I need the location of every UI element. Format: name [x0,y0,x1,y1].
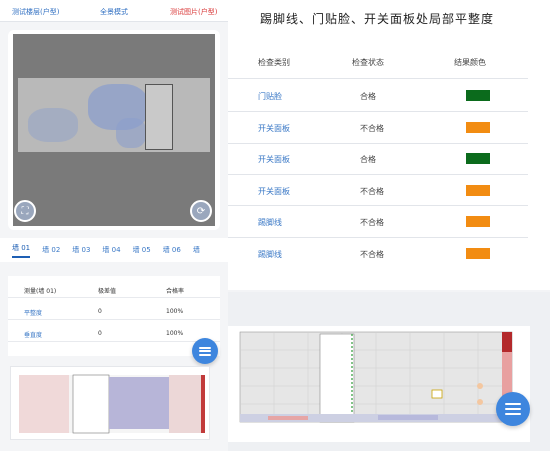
row-status: 不合格 [360,187,384,196]
heatmap-graphic [239,331,513,423]
tab-wall-01[interactable]: 墙 01 [12,243,31,258]
heat-blob [116,118,146,148]
row-status: 不合格 [360,218,384,227]
row-name[interactable]: 垂直度 [24,330,42,339]
table-row[interactable]: 垂直度 0 100% [8,324,220,342]
row-rate: 100% [166,308,184,315]
left-panel: 测试楼层(户型) 全景模式 测试图片(户型) ⛶ ⟳ 墙 01 墙 02 墙 0… [0,0,228,451]
row-value: 0 [98,308,102,315]
tab-wall-03[interactable]: 墙 03 [72,245,90,255]
tab-wall-more[interactable]: 墙 [193,245,200,255]
table-row[interactable]: 开关面板 合格 [228,143,528,174]
menu-button-bottom[interactable] [496,392,530,426]
row-category[interactable]: 踢脚线 [258,249,282,260]
rotate-icon: ⟳ [196,205,206,217]
table-row[interactable]: 踢脚线 不合格 [228,238,528,269]
page-title: 踢脚线、门贴脸、开关面板处局部平整度 [260,12,495,26]
wall-heatmap-chart[interactable] [228,326,530,442]
col-header-color: 结果颜色 [454,58,486,67]
heat-blob [28,108,78,142]
result-swatch [466,122,490,133]
row-category[interactable]: 开关面板 [258,186,290,197]
inspection-panel: 踢脚线、门贴脸、开关面板处局部平整度 检查类别 检查状态 结果颜色 门贴脸 合格… [228,0,550,290]
tab-wall-05[interactable]: 墙 05 [133,245,151,255]
row-category[interactable]: 开关面板 [258,154,290,165]
rotate-button[interactable]: ⟳ [190,200,212,222]
row-name[interactable]: 平整度 [24,308,42,317]
result-swatch [466,153,490,164]
scan-viewer: ⛶ ⟳ [8,30,220,230]
table-row[interactable]: 开关面板 不合格 [228,112,528,143]
row-rate: 100% [166,330,184,337]
floor-heatmap [18,78,210,152]
app-root: 测试楼层(户型) 全景模式 测试图片(户型) ⛶ ⟳ 墙 01 墙 02 墙 0… [0,0,550,451]
heatmap-preview-graphic [19,374,205,434]
menu-button[interactable] [192,338,218,364]
row-status: 合格 [360,155,376,164]
fullscreen-icon: ⛶ [21,205,29,217]
result-swatch [466,216,490,227]
wall-measure-table: 测量(墙 01) 极差值 合格率 平整度 0 100% 垂直度 0 100% [8,276,220,356]
tab-wall-06[interactable]: 墙 06 [163,245,181,255]
row-status: 不合格 [360,250,384,259]
menu-icon [505,403,521,415]
tab-wall-02[interactable]: 墙 02 [42,245,60,255]
table-row[interactable]: 开关面板 不合格 [228,175,528,206]
col-header: 测量(墙 01) [24,288,57,295]
menu-icon [199,346,211,356]
col-header: 极差值 [98,288,117,295]
table-row[interactable]: 踢脚线 不合格 [228,206,528,237]
row-status: 合格 [360,92,376,101]
col-header-status: 检查状态 [352,58,384,67]
top-bar: 测试楼层(户型) 全景模式 测试图片(户型) [0,0,228,22]
table-row[interactable]: 门贴脸 合格 [228,80,528,111]
scan-canvas[interactable] [13,34,215,226]
wall-heatmap-preview[interactable] [10,366,210,440]
wall-heatmap-panel [228,292,550,451]
result-swatch [466,248,490,259]
fullscreen-button[interactable]: ⛶ [14,200,36,222]
tab-wall-04[interactable]: 墙 04 [102,245,120,255]
topbar-item-image[interactable]: 测试图片(户型) [170,7,217,17]
col-header: 合格率 [166,288,185,295]
row-status: 不合格 [360,124,384,133]
wall-tabs: 墙 01 墙 02 墙 03 墙 04 墙 05 墙 06 墙 [0,238,228,262]
room-outline [145,84,173,150]
table-row[interactable]: 平整度 0 100% [8,302,220,320]
row-category[interactable]: 门贴脸 [258,91,282,102]
divider [228,78,528,79]
row-category[interactable]: 开关面板 [258,123,290,134]
row-value: 0 [98,330,102,337]
topbar-item-floor[interactable]: 测试楼层(户型) [12,7,59,17]
topbar-item-mode[interactable]: 全景模式 [100,7,128,17]
result-swatch [466,90,490,101]
row-category[interactable]: 踢脚线 [258,217,282,228]
col-header-category: 检查类别 [258,58,290,67]
table-header: 测量(墙 01) 极差值 合格率 [8,280,220,298]
result-swatch [466,185,490,196]
